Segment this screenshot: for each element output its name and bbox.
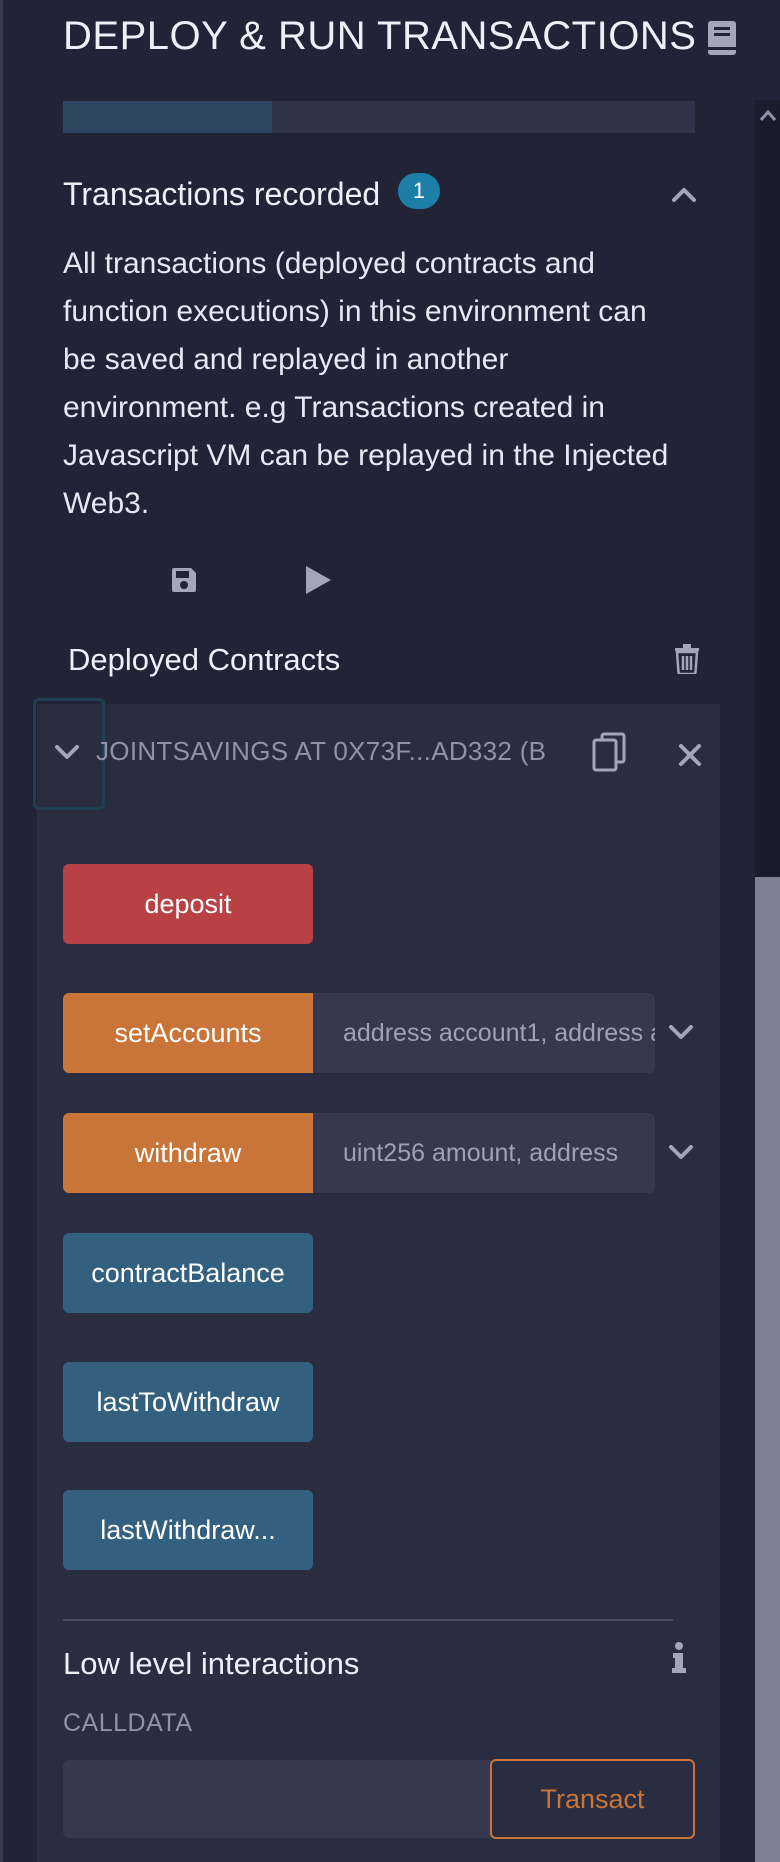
progress-bar-fill <box>63 101 272 133</box>
scroll-up-arrow-icon[interactable] <box>759 108 777 122</box>
chevron-down-icon[interactable] <box>667 1022 695 1042</box>
info-icon[interactable] <box>670 1642 688 1674</box>
withdraw-button[interactable]: withdraw <box>63 1113 313 1193</box>
chevron-up-icon[interactable] <box>670 184 698 204</box>
divider <box>63 1619 673 1621</box>
copy-icon[interactable] <box>592 732 626 774</box>
save-icon[interactable] <box>170 566 198 594</box>
last-withdraw-button[interactable]: lastWithdraw... <box>63 1490 313 1570</box>
contract-balance-button[interactable]: contractBalance <box>63 1233 313 1313</box>
deploy-run-panel: DEPLOY & RUN TRANSACTIONS Transactions r… <box>0 0 755 1862</box>
transactions-count-badge: 1 <box>398 173 440 209</box>
last-to-withdraw-button[interactable]: lastToWithdraw <box>63 1362 313 1442</box>
set-accounts-button[interactable]: setAccounts <box>63 993 313 1073</box>
progress-bar <box>63 101 695 133</box>
transact-button[interactable]: Transact <box>490 1759 695 1839</box>
transactions-recorded-title[interactable]: Transactions recorded <box>63 176 380 213</box>
close-icon[interactable] <box>677 742 703 768</box>
book-icon[interactable] <box>706 20 738 56</box>
deployed-contracts-title: Deployed Contracts <box>68 642 341 677</box>
chevron-down-icon[interactable] <box>53 742 81 762</box>
calldata-label: CALLDATA <box>63 1709 193 1737</box>
play-icon[interactable] <box>303 564 333 596</box>
contract-instance-name: JOINTSAVINGS AT 0X73F...AD332 (B <box>96 736 547 766</box>
low-level-interactions-title: Low level interactions <box>63 1646 360 1681</box>
withdraw-args-input[interactable] <box>313 1113 655 1193</box>
set-accounts-args-input[interactable] <box>313 993 655 1073</box>
page-title: DEPLOY & RUN TRANSACTIONS <box>63 14 697 58</box>
chevron-down-icon[interactable] <box>667 1142 695 1162</box>
scrollbar[interactable] <box>755 100 780 1862</box>
scrollbar-thumb[interactable] <box>755 877 780 1862</box>
calldata-input[interactable] <box>63 1760 491 1838</box>
deposit-button[interactable]: deposit <box>63 864 313 944</box>
trash-icon[interactable] <box>674 644 700 674</box>
transactions-description: All transactions (deployed contracts and… <box>63 247 669 520</box>
